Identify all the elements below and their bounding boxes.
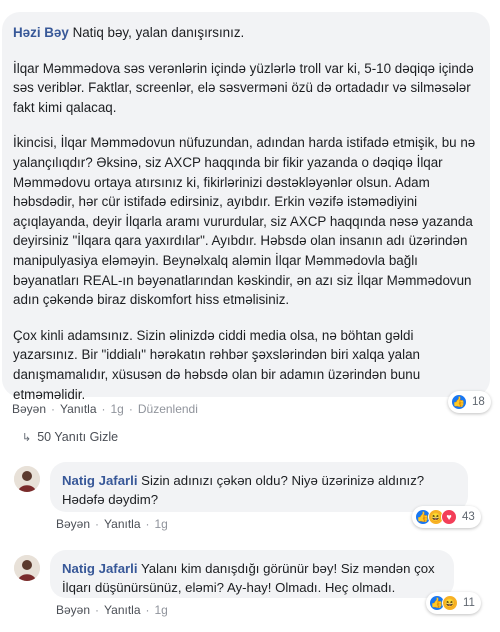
like-icon: 👍	[451, 394, 467, 410]
hide-replies-toggle[interactable]: ↳ 50 Yanıtı Gizle	[22, 430, 118, 444]
comment-paragraph: Həzi Bəy Natiq bəy, yalan danışırsınız.	[13, 23, 480, 43]
reply-reactions[interactable]: 👍 😆 ♥ 43	[412, 506, 481, 528]
reply-button[interactable]: Yanıtla	[104, 603, 140, 617]
reply-button[interactable]: Yanıtla	[104, 517, 140, 531]
avatar[interactable]	[14, 555, 40, 581]
like-button[interactable]: Bəyən	[56, 603, 90, 617]
edited-label[interactable]: Düzenlendi	[138, 402, 198, 416]
haha-icon: 😆	[442, 595, 458, 611]
main-comment-actions: Bəyən · Yanıtla · 1g · Düzenlendi	[12, 402, 198, 416]
reaction-count: 18	[472, 396, 485, 408]
comment-paragraph: İlqar Məmmədova səs verənlərin içində yü…	[13, 60, 474, 115]
main-comment-bubble: Həzi Bəy Natiq bəy, yalan danışırsınız. …	[2, 12, 490, 402]
reply-author[interactable]: Natig Jafarli	[62, 473, 138, 488]
reply-author[interactable]: Natig Jafarli	[62, 561, 138, 576]
comment-author[interactable]: Həzi Bəy	[13, 25, 69, 40]
hide-replies-label: 50 Yanıtı Gizle	[37, 430, 119, 444]
avatar[interactable]	[14, 466, 40, 492]
reaction-count: 11	[463, 597, 475, 609]
like-button[interactable]: Bəyən	[12, 402, 46, 416]
comment-paragraph: Çox kinli adamsınız. Sizin əlinizdə cidd…	[13, 327, 421, 402]
reply-bubble: Natig Jafarli Yalanı kim danışdığı görün…	[50, 550, 454, 598]
love-icon: ♥	[441, 509, 457, 525]
avatar-image	[14, 555, 40, 581]
timestamp[interactable]: 1g	[111, 402, 124, 416]
reaction-count: 43	[462, 511, 475, 523]
timestamp[interactable]: 1g	[155, 603, 168, 617]
like-button[interactable]: Bəyən	[56, 517, 90, 531]
comment-text: Natiq bəy, yalan danışırsınız.	[72, 25, 245, 40]
timestamp[interactable]: 1g	[155, 517, 168, 531]
reply-actions: Bəyən · Yanıtla · 1g	[56, 517, 168, 531]
reply-bubble: Natig Jafarli Sizin adınızı çəkən oldu? …	[50, 462, 468, 512]
reply-arrow-icon: ↳	[22, 431, 32, 444]
reply-reactions[interactable]: 👍 😆 11	[426, 592, 481, 614]
reply-button[interactable]: Yanıtla	[60, 402, 96, 416]
comment-paragraph: İkincisi, İlqar Məmmədovun nüfuzundan, a…	[13, 135, 476, 308]
avatar-image	[14, 466, 40, 492]
reply-actions: Bəyən · Yanıtla · 1g	[56, 603, 168, 617]
main-reactions[interactable]: 👍 18	[448, 391, 491, 413]
